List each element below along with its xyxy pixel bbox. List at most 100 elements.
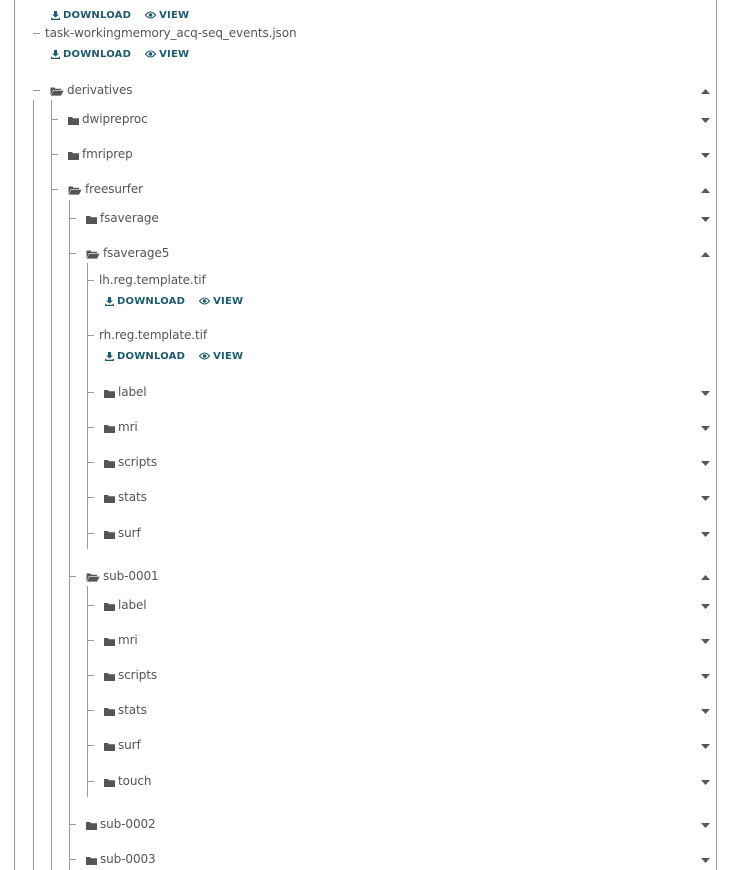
folder-icon [104, 418, 115, 437]
folder-freesurfer[interactable]: freesurfer [68, 181, 143, 197]
tree-connector [87, 675, 94, 676]
view-button[interactable]: VIEW [199, 351, 243, 362]
tree-connector [87, 427, 94, 428]
folder-mri[interactable]: mri [104, 419, 138, 435]
folder-label: sub-0002 [100, 817, 156, 831]
download-icon [51, 10, 63, 20]
tree-connector [33, 90, 40, 91]
folder-label[interactable]: label [104, 384, 147, 400]
caret-down-icon[interactable] [698, 670, 712, 682]
folder-icon [104, 524, 115, 543]
folder-scripts[interactable]: scripts [104, 667, 157, 683]
download-button[interactable]: DOWNLOAD [51, 10, 131, 21]
folder-label[interactable]: label [104, 597, 147, 613]
caret-down-icon[interactable] [698, 819, 712, 831]
folder-fmriprep[interactable]: fmriprep [68, 146, 133, 162]
folder-mri[interactable]: mri [104, 632, 138, 648]
folder-label: stats [118, 703, 147, 717]
folder-icon [68, 110, 79, 129]
caret-down-icon[interactable] [698, 213, 712, 225]
tree-connector [87, 497, 94, 498]
tree-connector [69, 218, 76, 219]
tree-connector [87, 605, 94, 606]
folder-touch[interactable]: touch [104, 773, 151, 789]
file-lh-reg-template-tif: lh.reg.template.tif [99, 272, 206, 288]
caret-up-icon[interactable] [698, 184, 712, 196]
tree-connector [87, 640, 94, 641]
tree-connector [33, 33, 40, 34]
caret-down-icon[interactable] [698, 492, 712, 504]
tree-connector [87, 392, 94, 393]
tree-border-left [14, 0, 15, 870]
download-label: DOWNLOAD [117, 295, 186, 307]
folder-sub-0001[interactable]: sub-0001 [86, 568, 159, 584]
caret-down-icon[interactable] [698, 149, 712, 161]
folder-dwipreproc[interactable]: dwipreproc [68, 111, 148, 127]
folder-label: derivatives [67, 83, 133, 97]
folder-fsaverage[interactable]: fsaverage [86, 210, 159, 226]
file-tree: DOWNLOAD VIEW task-workingmemory_acq-seq_e… [0, 0, 740, 870]
eye-icon [145, 11, 159, 19]
folder-label: fsaverage5 [103, 246, 170, 260]
folder-sub-0003[interactable]: sub-0003 [86, 851, 156, 867]
download-label: DOWNLOAD [63, 9, 132, 21]
tree-guide-fsaverage5 [69, 200, 70, 870]
folder-label: surf [118, 526, 141, 540]
folder-label: label [118, 598, 147, 612]
folder-icon [86, 209, 97, 228]
eye-icon [199, 297, 213, 305]
folder-icon [86, 815, 97, 834]
download-button[interactable]: DOWNLOAD [105, 296, 185, 307]
file-rh-reg-template-tif: rh.reg.template.tif [99, 327, 207, 343]
caret-down-icon[interactable] [698, 387, 712, 399]
folder-derivatives[interactable]: derivatives [50, 82, 133, 98]
tree-connector [51, 119, 58, 120]
download-button[interactable]: DOWNLOAD [105, 351, 185, 362]
caret-down-icon[interactable] [698, 776, 712, 788]
view-button[interactable]: VIEW [199, 296, 243, 307]
tree-connector [87, 533, 94, 534]
download-button[interactable]: DOWNLOAD [51, 49, 131, 60]
folder-open-icon [86, 244, 100, 263]
folder-stats[interactable]: stats [104, 702, 147, 718]
tree-connector [87, 335, 94, 336]
folder-surf[interactable]: surf [104, 525, 141, 541]
folder-label: dwipreproc [82, 112, 148, 126]
tree-connector [87, 462, 94, 463]
view-button[interactable]: VIEW [145, 10, 189, 21]
folder-label: mri [118, 420, 138, 434]
folder-open-icon [68, 180, 82, 199]
caret-down-icon[interactable] [698, 705, 712, 717]
caret-down-icon[interactable] [698, 740, 712, 752]
folder-fsaverage5[interactable]: fsaverage5 [86, 245, 169, 261]
tree-connector [87, 781, 94, 782]
folder-stats[interactable]: stats [104, 489, 147, 505]
tree-connector [69, 253, 76, 254]
file-name: rh.reg.template.tif [99, 328, 207, 342]
eye-icon [199, 352, 213, 360]
folder-icon [104, 383, 115, 402]
folder-icon [104, 736, 115, 755]
caret-up-icon[interactable] [698, 248, 712, 260]
caret-down-icon[interactable] [698, 854, 712, 866]
folder-open-icon [86, 567, 100, 586]
file-actions: DOWNLOAD VIEW [105, 294, 243, 308]
caret-down-icon[interactable] [698, 635, 712, 647]
caret-down-icon[interactable] [698, 528, 712, 540]
caret-down-icon[interactable] [698, 457, 712, 469]
caret-down-icon[interactable] [698, 600, 712, 612]
tree-connector [51, 189, 58, 190]
caret-up-icon[interactable] [698, 85, 712, 97]
caret-up-icon[interactable] [698, 571, 712, 583]
eye-icon [145, 50, 159, 58]
caret-down-icon[interactable] [698, 114, 712, 126]
view-button[interactable]: VIEW [145, 49, 189, 60]
folder-icon [104, 666, 115, 685]
caret-down-icon[interactable] [698, 422, 712, 434]
folder-surf[interactable]: surf [104, 737, 141, 753]
folder-label: sub-0003 [100, 852, 156, 866]
folder-scripts[interactable]: scripts [104, 454, 157, 470]
folder-sub-0002[interactable]: sub-0002 [86, 816, 156, 832]
tree-connector [87, 745, 94, 746]
download-icon [51, 49, 63, 59]
